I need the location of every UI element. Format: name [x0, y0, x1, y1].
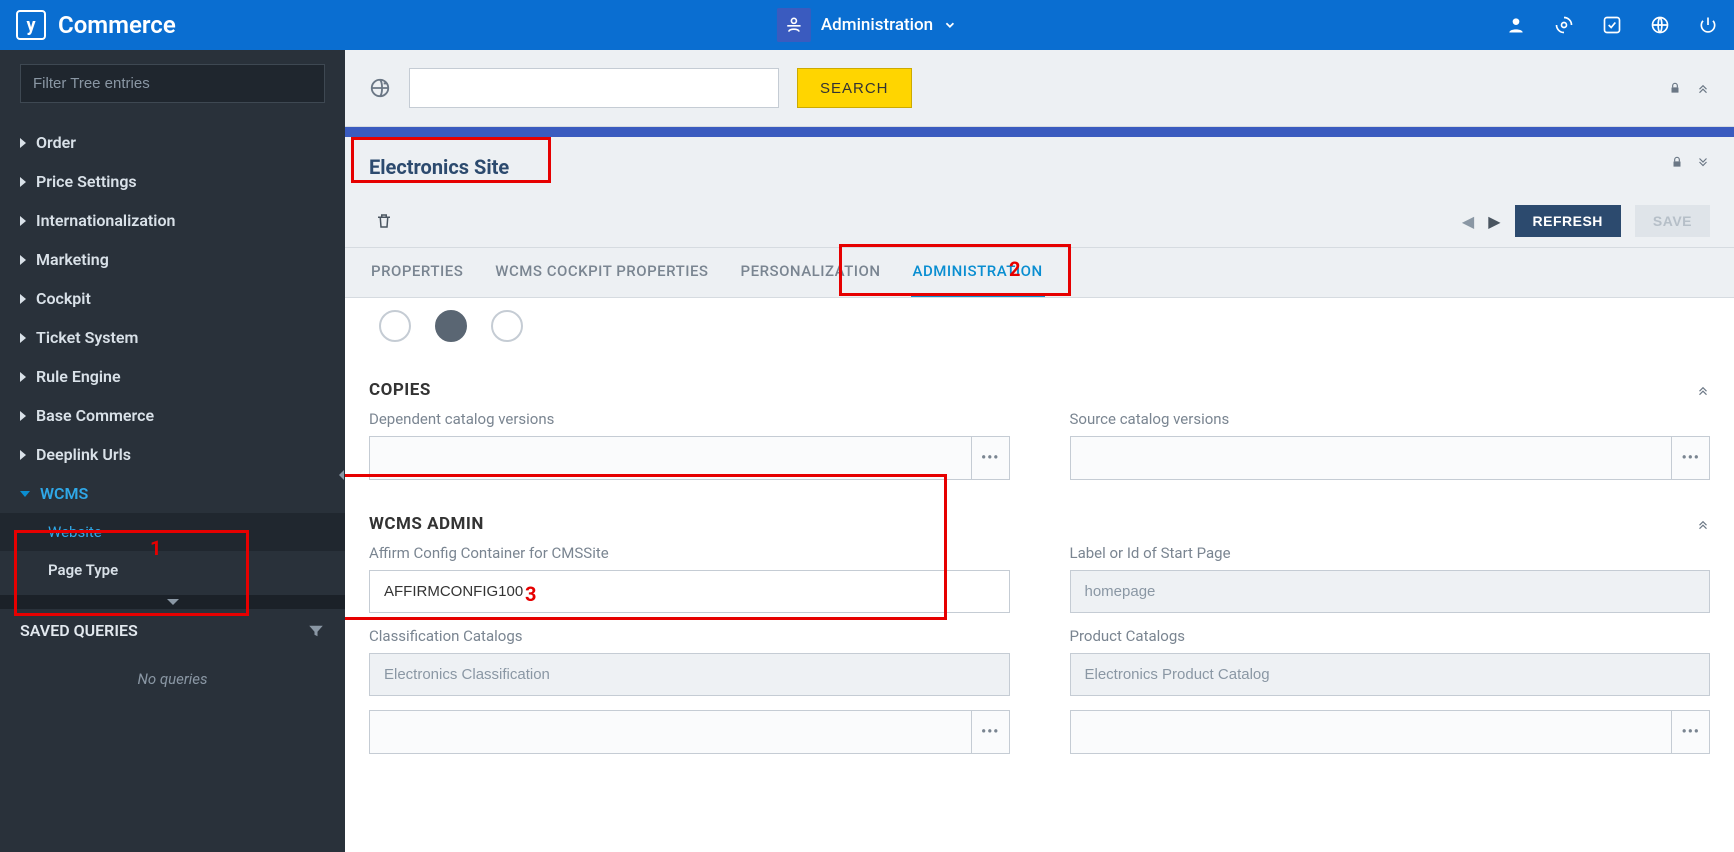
brand-logo-icon: y: [16, 10, 46, 40]
tabs: PROPERTIES WCMS COCKPIT PROPERTIES PERSO…: [345, 248, 1734, 298]
field-label-src-catalog: Source catalog versions: [1070, 410, 1711, 428]
sidebar-item-label: Order: [36, 133, 76, 152]
lock-icon[interactable]: [1668, 81, 1682, 95]
chevron-right-icon: [20, 411, 26, 421]
sidebar-item-label: WCMS: [40, 484, 88, 503]
content: COPIES Dependent catalog versions ••• So…: [345, 298, 1734, 852]
sidebar-item-deeplink-urls[interactable]: Deeplink Urls: [0, 435, 345, 474]
chevron-right-icon: [20, 450, 26, 460]
prev-icon[interactable]: ◀: [1462, 212, 1474, 231]
tab-wcms-cockpit[interactable]: WCMS COCKPIT PROPERTIES: [493, 248, 710, 297]
sidebar-item-label: Marketing: [36, 250, 109, 269]
no-queries-text: No queries: [0, 652, 345, 706]
radio-option-selected[interactable]: [435, 310, 467, 342]
sidebar-item-label: Price Settings: [36, 172, 137, 191]
sidebar-item-wcms[interactable]: WCMS: [0, 474, 345, 513]
chevron-down-icon: [943, 18, 957, 32]
chevron-right-icon: [20, 177, 26, 187]
topbar: y Commerce Administration: [0, 0, 1734, 50]
field-label-startpage: Label or Id of Start Page: [1070, 544, 1711, 562]
chevron-down-double-icon[interactable]: [1696, 155, 1710, 169]
annotation-number-3: 3: [525, 582, 536, 606]
globe-icon[interactable]: [1650, 15, 1670, 35]
annotation-number-2: 2: [1009, 257, 1020, 281]
filter-input[interactable]: [20, 64, 325, 103]
user-icon[interactable]: [1506, 15, 1526, 35]
detail-header: Electronics Site ◀ ▶ REFRESH SAVE: [345, 137, 1734, 248]
chevron-down-icon: [20, 491, 30, 497]
sidebar-item-base-commerce[interactable]: Base Commerce: [0, 396, 345, 435]
power-icon[interactable]: [1698, 15, 1718, 35]
chevron-right-icon: [20, 333, 26, 343]
radio-option[interactable]: [379, 310, 411, 342]
save-button: SAVE: [1635, 205, 1710, 237]
sidebar-item-internationalization[interactable]: Internationalization: [0, 201, 345, 240]
sidebar-item-cockpit[interactable]: Cockpit: [0, 279, 345, 318]
search-button[interactable]: SEARCH: [797, 68, 912, 108]
field-label-prod-cat: Product Catalogs: [1070, 627, 1711, 645]
sidebar-item-rule-engine[interactable]: Rule Engine: [0, 357, 345, 396]
saved-queries-title: SAVED QUERIES: [20, 621, 138, 640]
sidebar-item-label: Ticket System: [36, 328, 138, 347]
brand: y Commerce: [16, 10, 176, 40]
field-class-cat-extra[interactable]: [369, 710, 972, 754]
chevron-right-icon: [20, 372, 26, 382]
chevron-right-icon: [20, 216, 26, 226]
ellipsis-button[interactable]: •••: [1672, 436, 1710, 480]
annotation-box-title: [351, 137, 551, 183]
field-label-class-cat: Classification Catalogs: [369, 627, 1010, 645]
delete-icon[interactable]: [375, 212, 393, 230]
sidebar-item-label: Internationalization: [36, 211, 175, 230]
search-input[interactable]: [409, 68, 779, 108]
ellipsis-button[interactable]: •••: [972, 710, 1010, 754]
context-icon: [777, 8, 811, 42]
sidebar-item-label: Base Commerce: [36, 406, 154, 425]
sidebar-item-label: Cockpit: [36, 289, 91, 308]
check-box-icon[interactable]: [1602, 15, 1622, 35]
annotation-box-1: [14, 530, 249, 616]
context-selector[interactable]: Administration: [777, 8, 957, 42]
sidebar-item-label: Rule Engine: [36, 367, 121, 386]
field-prod-cat-extra[interactable]: [1070, 710, 1673, 754]
sidebar: Order Price Settings Internationalizatio…: [0, 50, 345, 852]
radio-row: [369, 310, 1710, 360]
lock-icon[interactable]: [1670, 155, 1684, 169]
brand-title: Commerce: [58, 11, 176, 39]
chevron-up-double-icon[interactable]: [1696, 81, 1710, 95]
sidebar-item-label: Deeplink Urls: [36, 445, 131, 464]
field-src-catalog[interactable]: [1070, 436, 1673, 480]
sidebar-item-marketing[interactable]: Marketing: [0, 240, 345, 279]
orbit-icon[interactable]: [1554, 15, 1574, 35]
refresh-button[interactable]: REFRESH: [1515, 205, 1621, 237]
detail-title: Electronics Site: [369, 155, 1710, 197]
divider-bar: [345, 127, 1734, 137]
context-label: Administration: [821, 15, 933, 35]
section-title-copies: COPIES: [369, 380, 431, 400]
annotation-number-1: 1: [150, 536, 161, 560]
field-startpage[interactable]: [1070, 570, 1711, 613]
chevron-left-icon: [339, 470, 344, 480]
chevron-right-icon: [20, 138, 26, 148]
chevron-right-icon: [20, 294, 26, 304]
searchbar: SEARCH: [345, 50, 1734, 127]
sidebar-item-ticket-system[interactable]: Ticket System: [0, 318, 345, 357]
tab-properties[interactable]: PROPERTIES: [369, 248, 465, 297]
field-prod-cat[interactable]: [1070, 653, 1711, 696]
annotation-box-2: [839, 244, 1071, 296]
annotation-box-3: [345, 474, 947, 620]
ellipsis-button[interactable]: •••: [972, 436, 1010, 480]
chevron-up-double-icon[interactable]: [1696, 383, 1710, 397]
next-icon[interactable]: ▶: [1488, 212, 1500, 231]
sidebar-item-order[interactable]: Order: [0, 123, 345, 162]
locale-icon[interactable]: [369, 77, 391, 99]
radio-option[interactable]: [491, 310, 523, 342]
filter-icon[interactable]: [307, 622, 325, 640]
field-class-cat[interactable]: [369, 653, 1010, 696]
chevron-up-double-icon[interactable]: [1696, 517, 1710, 531]
chevron-right-icon: [20, 255, 26, 265]
field-label-dep-catalog: Dependent catalog versions: [369, 410, 1010, 428]
sidebar-item-price-settings[interactable]: Price Settings: [0, 162, 345, 201]
ellipsis-button[interactable]: •••: [1672, 710, 1710, 754]
main: SEARCH Electronics Site ◀: [345, 50, 1734, 852]
